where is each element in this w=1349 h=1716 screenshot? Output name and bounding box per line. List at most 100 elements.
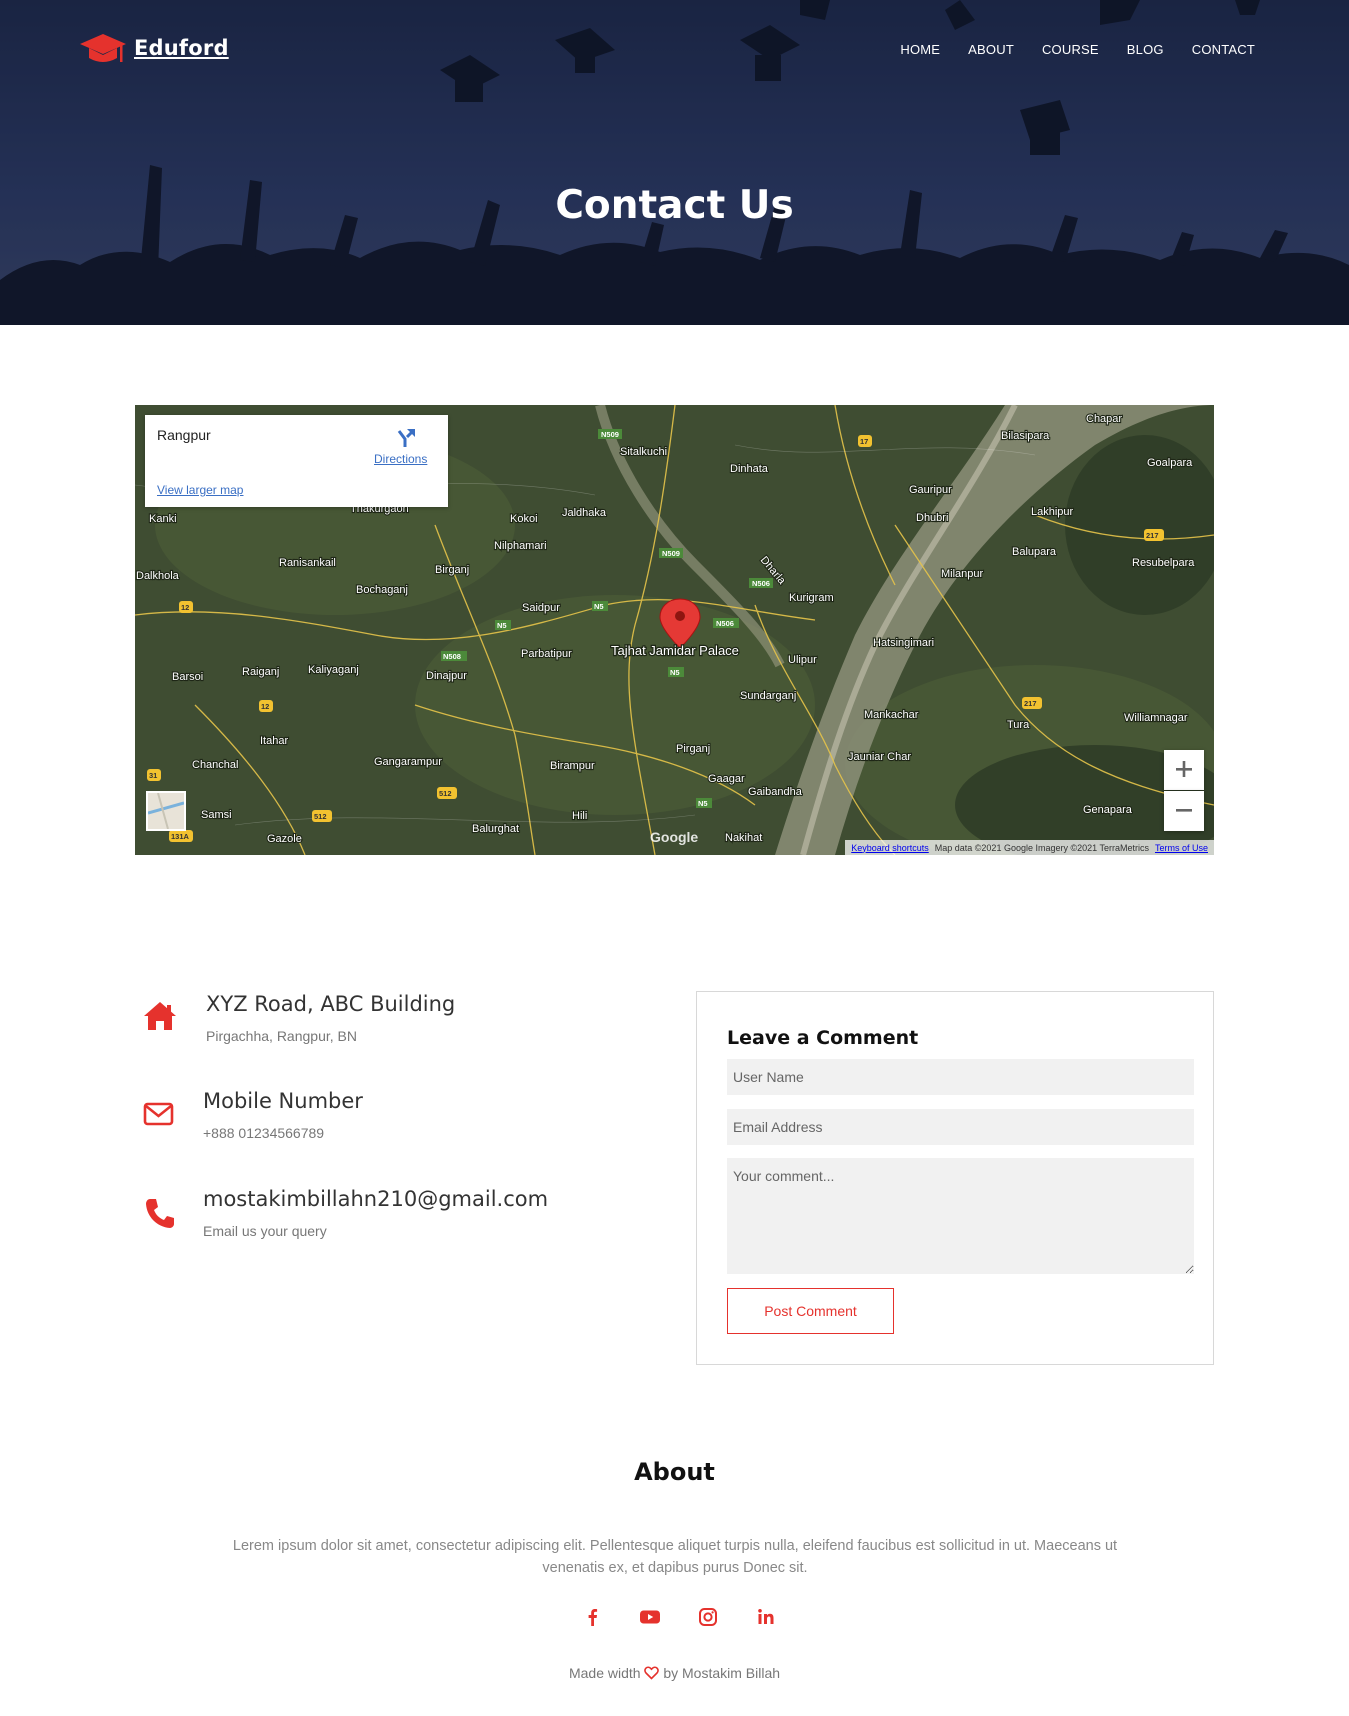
road-shield: 217 <box>1022 697 1042 709</box>
map-place-label: Dinhata <box>730 463 769 475</box>
instagram-link[interactable] <box>697 1606 719 1628</box>
linkedin-icon <box>757 1609 773 1624</box>
road-shield: N506 <box>713 618 739 628</box>
svg-text:N506: N506 <box>716 619 734 628</box>
youtube-link[interactable] <box>639 1606 661 1628</box>
form-title: Leave a Comment <box>727 1027 919 1049</box>
address-sub: Pirgachha, Rangpur, BN <box>206 1028 357 1044</box>
map-place-label: Jaldhaka <box>562 507 607 519</box>
linkedin-link[interactable] <box>755 1606 777 1628</box>
credit-suffix: by Mostakim Billah <box>663 1665 781 1681</box>
terms-of-use-link[interactable]: Terms of Use <box>1155 843 1208 853</box>
map-place-label: Raiganj <box>242 666 279 678</box>
map-place-label: Birganj <box>435 564 469 576</box>
nav-contact[interactable]: CONTACT <box>1192 42 1255 57</box>
google-map[interactable]: N509 N509 N506 N506 N5 N5 N5 N508 N5 17 … <box>135 405 1214 855</box>
svg-text:N509: N509 <box>601 430 619 439</box>
comment-form: Leave a Comment Post Comment <box>696 991 1214 1365</box>
map-place-label: Hatsingimari <box>873 637 934 649</box>
nav-blog[interactable]: BLOG <box>1127 42 1164 57</box>
user-name-input[interactable] <box>727 1059 1194 1095</box>
map-thumbnail-icon <box>147 792 185 830</box>
map-type-toggle[interactable] <box>146 791 186 831</box>
map-place-label: Parbatipur <box>521 648 572 660</box>
map-place-label: Tura <box>1007 719 1030 731</box>
directions-icon[interactable] <box>395 427 417 449</box>
zoom-in-button[interactable] <box>1164 750 1204 790</box>
road-shield: 17 <box>858 435 872 447</box>
svg-text:12: 12 <box>261 702 269 711</box>
map-place-label: Pirganj <box>676 743 710 755</box>
svg-text:N5: N5 <box>497 621 507 630</box>
road-shield: N506 <box>749 578 773 588</box>
map-place-label: Goalpara <box>1147 457 1193 469</box>
email-sub: Email us your query <box>203 1223 327 1239</box>
map-place-label: Birampur <box>550 760 595 772</box>
comment-textarea[interactable] <box>727 1158 1194 1274</box>
plus-icon <box>1176 760 1192 777</box>
map-place-label: Gazole <box>267 833 302 845</box>
credit-prefix: Made width <box>568 1665 641 1681</box>
envelope-icon <box>143 1102 174 1126</box>
road-shield: 31 <box>147 769 161 781</box>
keyboard-shortcuts-link[interactable]: Keyboard shortcuts <box>851 843 929 853</box>
nav-home[interactable]: HOME <box>900 42 940 57</box>
nav-course[interactable]: COURSE <box>1042 42 1099 57</box>
email-address[interactable]: mostakimbillahn210@gmail.com <box>203 1187 548 1211</box>
map-place-label: Dhubri <box>916 512 948 524</box>
map-place-label: Lakhipur <box>1031 506 1074 518</box>
map-place-label: Nilphamari <box>494 540 547 552</box>
zoom-out-button[interactable] <box>1164 791 1204 831</box>
email-address-input[interactable] <box>727 1109 1194 1145</box>
road-shield: N5 <box>592 601 608 611</box>
map-place-label: Milanpur <box>941 568 984 580</box>
map-place-label: Saidpur <box>522 602 560 614</box>
road-shield: N508 <box>441 651 467 661</box>
map-place-label: Ranisankail <box>279 557 336 569</box>
map-place-name: Rangpur <box>157 427 211 443</box>
map-place-label: Dalkhola <box>136 570 180 582</box>
svg-text:12: 12 <box>181 603 189 612</box>
map-place-label: Gaibandha <box>748 786 803 798</box>
map-place-label: Kurigram <box>789 592 834 604</box>
view-larger-map-link[interactable]: View larger map <box>157 483 243 497</box>
svg-text:217: 217 <box>1024 699 1037 708</box>
map-place-label: Resubelpara <box>1132 557 1195 569</box>
map-place-label: Kaliyaganj <box>308 664 359 676</box>
svg-text:131A: 131A <box>171 832 190 841</box>
road-shield: 512 <box>312 810 332 822</box>
facebook-link[interactable] <box>581 1606 603 1628</box>
map-place-label: Gaagar <box>708 773 745 785</box>
road-shield: N509 <box>659 548 683 558</box>
map-place-label: Hili <box>572 810 587 822</box>
brand-logo[interactable]: Eduford <box>80 28 229 68</box>
svg-text:N5: N5 <box>594 602 604 611</box>
map-place-label: Gauripur <box>909 484 952 496</box>
home-icon <box>144 1002 176 1030</box>
address-title: XYZ Road, ABC Building <box>206 992 456 1016</box>
map-place-label: Mankachar <box>864 709 919 721</box>
social-links <box>0 1606 1349 1628</box>
road-shield: 12 <box>259 700 273 712</box>
svg-text:N509: N509 <box>662 549 680 558</box>
post-comment-button[interactable]: Post Comment <box>727 1288 894 1334</box>
map-place-label: Samsi <box>201 809 232 821</box>
main-nav: HOME ABOUT COURSE BLOG CONTACT <box>900 42 1255 57</box>
phone-number: +888 01234566789 <box>203 1125 325 1141</box>
road-shield: N509 <box>598 429 622 439</box>
map-place-label: Jauniar Char <box>848 751 911 763</box>
map-place-label: Balupara <box>1012 546 1057 558</box>
svg-text:N5: N5 <box>670 668 680 677</box>
directions-link[interactable]: Directions <box>374 452 427 466</box>
road-shield: N5 <box>696 798 712 808</box>
facebook-icon <box>588 1609 597 1626</box>
map-place-label: Balurghat <box>472 823 519 835</box>
map-place-label: Williamnagar <box>1124 712 1188 724</box>
youtube-icon <box>639 1610 660 1624</box>
map-place-label: Kokoi <box>510 513 538 525</box>
map-place-label: Nakihat <box>725 832 762 844</box>
map-place-label: Genapara <box>1083 804 1133 816</box>
nav-about[interactable]: ABOUT <box>968 42 1014 57</box>
map-place-label: Ulipur <box>788 654 817 666</box>
map-data-credit: Map data ©2021 Google Imagery ©2021 Terr… <box>934 842 1149 853</box>
